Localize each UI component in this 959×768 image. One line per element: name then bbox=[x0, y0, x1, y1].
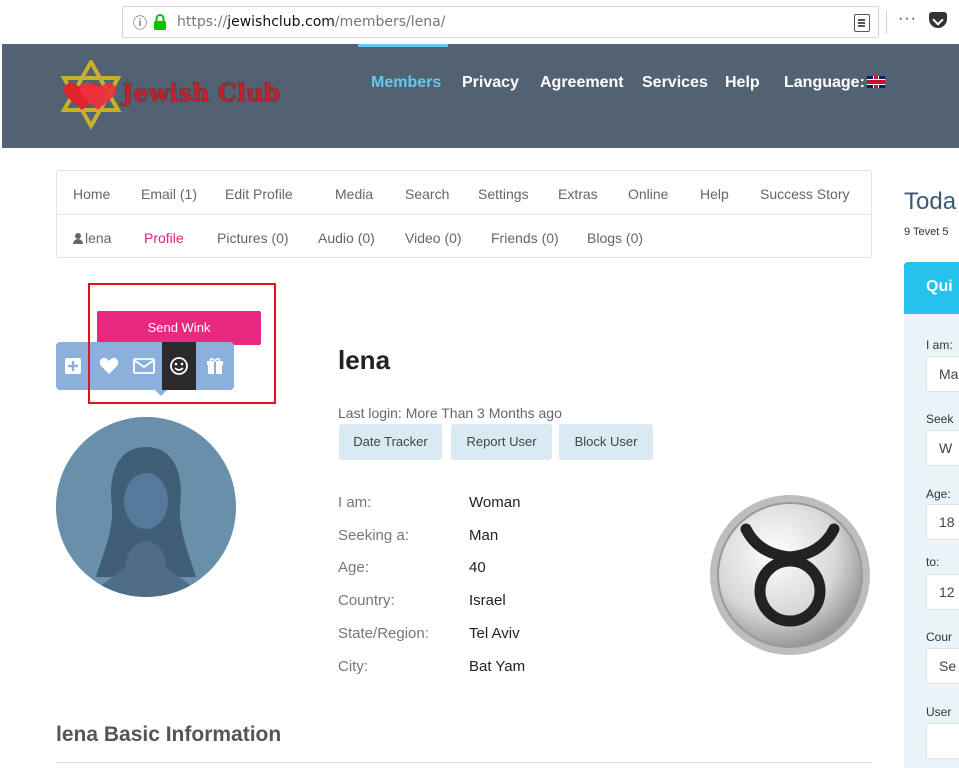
quick-field-label: Seek bbox=[926, 412, 954, 426]
taurus-icon bbox=[710, 495, 870, 655]
quick-field-label: Age: bbox=[926, 487, 951, 501]
menu-audio[interactable]: Audio (0) bbox=[318, 230, 375, 246]
menu-extras[interactable]: Extras bbox=[558, 186, 598, 202]
report-user-button[interactable]: Report User bbox=[451, 424, 552, 460]
nav-members[interactable]: Members bbox=[371, 74, 441, 92]
nav-privacy[interactable]: Privacy bbox=[462, 74, 519, 92]
profile-name: lena bbox=[338, 345, 391, 375]
section-title: lena Basic Information bbox=[56, 723, 282, 746]
quick-field-label: Cour bbox=[926, 630, 953, 644]
site-logo[interactable]: Jewish Club bbox=[56, 60, 296, 130]
menu-media[interactable]: Media bbox=[335, 186, 373, 202]
nav-services[interactable]: Services bbox=[642, 74, 708, 92]
quick-field-label: to: bbox=[926, 555, 940, 569]
block-user-button[interactable]: Block User bbox=[559, 424, 653, 460]
nav-help[interactable]: Help bbox=[725, 74, 760, 92]
language-selector[interactable]: Language: bbox=[784, 74, 885, 92]
quick-search-panel: Qui I am: Ma Seek W Age: 18 to: 12 Cour … bbox=[904, 262, 959, 768]
quick-field-label: User bbox=[926, 705, 952, 719]
menu-settings[interactable]: Settings bbox=[478, 186, 529, 202]
menu-email[interactable]: Email (1) bbox=[141, 186, 197, 202]
browser-toolbar: ⓘ https://jewishclub.com/members/lena/ ·… bbox=[0, 0, 959, 44]
menu-success-story[interactable]: Success Story bbox=[760, 186, 849, 202]
menu-blogs[interactable]: Blogs (0) bbox=[587, 230, 643, 246]
detail-value: Bat Yam bbox=[469, 658, 526, 675]
detail-label: Country: bbox=[338, 592, 395, 609]
logo-text: Jewish Club bbox=[122, 78, 281, 107]
detail-label: Age: bbox=[338, 559, 369, 576]
quick-field-label: I am: bbox=[926, 338, 953, 352]
url-text[interactable]: https://jewishclub.com/members/lena/ bbox=[177, 14, 445, 30]
plus-icon bbox=[65, 358, 81, 374]
more-actions-icon[interactable]: ··· bbox=[898, 10, 917, 28]
username-input[interactable] bbox=[926, 723, 959, 759]
detail-label: Seeking a: bbox=[338, 527, 409, 544]
detail-label: State/Region: bbox=[338, 625, 429, 642]
today-title: Toda bbox=[904, 188, 957, 215]
menu-video[interactable]: Video (0) bbox=[405, 230, 462, 246]
highlight-box bbox=[88, 283, 276, 404]
quick-search-header: Qui bbox=[904, 262, 959, 314]
detail-label: I am: bbox=[338, 494, 372, 511]
menu-search[interactable]: Search bbox=[405, 186, 449, 202]
menu-profile[interactable]: Profile bbox=[144, 230, 184, 246]
last-login: Last login: More Than 3 Months ago bbox=[338, 405, 562, 421]
add-favorite-button[interactable] bbox=[56, 342, 90, 390]
detail-value: Woman bbox=[469, 494, 521, 511]
quick-search-title: Qui bbox=[926, 278, 953, 295]
uk-flag-icon bbox=[866, 76, 885, 88]
menu-divider bbox=[57, 214, 871, 215]
today-date: 9 Tevet 5 bbox=[904, 226, 949, 238]
lock-icon[interactable] bbox=[151, 13, 169, 31]
active-nav-indicator bbox=[358, 44, 448, 47]
menu-friends[interactable]: Friends (0) bbox=[491, 230, 559, 246]
url-bar[interactable]: ⓘ https://jewishclub.com/members/lena/ bbox=[122, 6, 879, 38]
language-label: Language: bbox=[784, 74, 865, 91]
star-of-david-icon bbox=[60, 60, 122, 130]
female-silhouette-icon bbox=[56, 417, 236, 597]
member-menu: Home Email (1) Edit Profile Media Search… bbox=[56, 170, 872, 258]
pocket-icon[interactable] bbox=[929, 12, 947, 28]
menu-help[interactable]: Help bbox=[700, 186, 729, 202]
seeking-select[interactable]: W bbox=[926, 430, 959, 466]
menu-user-lena[interactable]: lena bbox=[73, 230, 111, 246]
detail-value: Israel bbox=[469, 592, 506, 609]
menu-pictures[interactable]: Pictures (0) bbox=[217, 230, 289, 246]
section-divider bbox=[56, 762, 872, 763]
menu-online[interactable]: Online bbox=[628, 186, 668, 202]
menu-edit-profile[interactable]: Edit Profile bbox=[225, 186, 293, 202]
iam-select[interactable]: Ma bbox=[926, 356, 959, 392]
site-header: Jewish Club Members Privacy Agreement Se… bbox=[2, 44, 959, 148]
reader-view-icon[interactable] bbox=[854, 14, 870, 32]
country-select[interactable]: Se bbox=[926, 648, 959, 684]
age-from-select[interactable]: 18 bbox=[926, 504, 959, 540]
age-to-select[interactable]: 12 bbox=[926, 574, 959, 610]
detail-label: City: bbox=[338, 658, 368, 675]
detail-value: Man bbox=[469, 527, 499, 544]
nav-agreement[interactable]: Agreement bbox=[540, 74, 624, 92]
date-tracker-button[interactable]: Date Tracker bbox=[339, 424, 442, 460]
avatar[interactable] bbox=[56, 417, 236, 597]
detail-value: 40 bbox=[469, 559, 486, 576]
menu-home[interactable]: Home bbox=[73, 186, 110, 202]
user-icon bbox=[73, 233, 83, 244]
toolbar-separator bbox=[886, 10, 887, 34]
detail-value: Tel Aviv bbox=[469, 625, 520, 642]
info-icon[interactable]: ⓘ bbox=[133, 13, 151, 31]
